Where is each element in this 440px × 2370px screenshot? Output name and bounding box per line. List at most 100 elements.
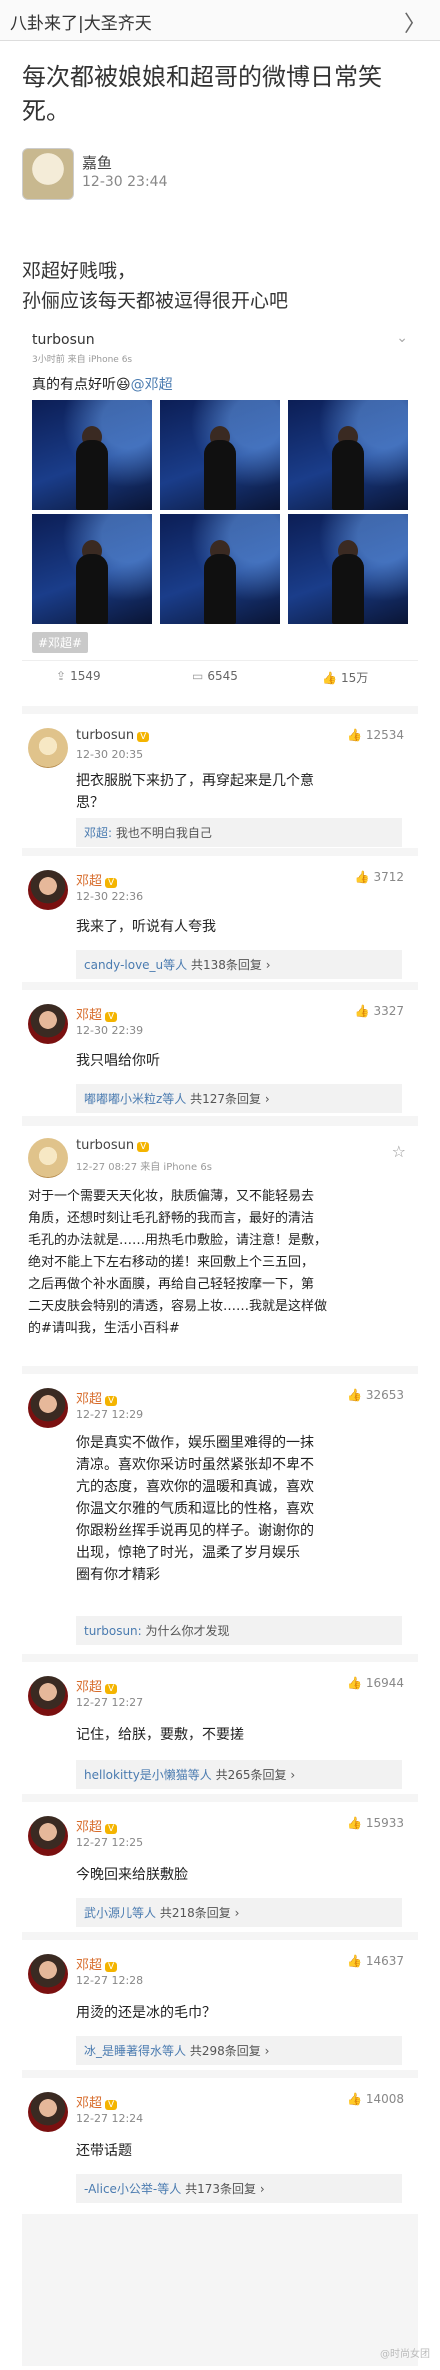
photo-thumbnail[interactable] <box>288 514 408 624</box>
post-meta: 3小时前 来自 iPhone 6s <box>32 355 133 365</box>
top-bar: 八卦来了|大圣齐天 〉 <box>0 0 440 41</box>
avatar[interactable] <box>28 1676 68 1716</box>
comment-like-button[interactable]: 👍 3327 <box>355 1004 404 1018</box>
comment-time: 12-30 22:39 <box>76 1024 144 1037</box>
reply-preview[interactable]: candy-love_u等人 共138条回复 › <box>76 950 402 979</box>
comment-button[interactable]: ▭ 6545 <box>192 669 238 683</box>
photo-thumbnail[interactable] <box>32 514 152 624</box>
comment-like-button[interactable]: 👍 14637 <box>347 1954 404 1968</box>
weibo-post: turbosun V 12-27 08:27 来自 iPhone 6s ☆ 对于一… <box>22 1126 418 1366</box>
comment-like-button[interactable]: 👍 12534 <box>347 728 404 742</box>
comment-icon: ▭ <box>192 669 204 683</box>
comment-time: 12-27 12:25 <box>76 1836 144 1849</box>
comment-like-button[interactable]: 👍 3712 <box>355 870 404 884</box>
photo-thumbnail[interactable] <box>160 514 280 624</box>
comment-text: 记住，给朕，要敷，不要搓 <box>76 1727 244 1743</box>
weibo-screenshot: turbosun 3小时前 来自 iPhone 6s ⌄ 真的有点好听😆@邓超 … <box>22 316 418 2366</box>
comment-text: 我只唱给你听 <box>76 1053 160 1069</box>
comment-like-button[interactable]: 👍 14008 <box>347 2092 404 2106</box>
article-title: 每次都被娘娘和超哥的微博日常笑死。 <box>22 63 382 125</box>
post-time: 12-30 23:44 <box>82 174 168 190</box>
intro-line: 邓超好贱哦， <box>22 260 137 282</box>
post-text-body: 真的有点好听 <box>32 377 116 393</box>
avatar[interactable] <box>28 1954 68 1994</box>
avatar[interactable] <box>28 1138 68 1178</box>
chevron-down-icon[interactable]: ⌄ <box>396 330 408 346</box>
comment-time: 12-27 12:28 <box>76 1974 144 1987</box>
avatar[interactable] <box>28 870 68 910</box>
reply-preview[interactable]: 冰_是睡著得水等人 共298条回复 › <box>76 2036 402 2065</box>
comment-like-button[interactable]: 👍 32653 <box>347 1388 404 1402</box>
comment-item: 邓超 V 12-27 12:27 👍 16944 记住，给朕，要敷，不要搓 hel… <box>22 1662 418 1794</box>
comment-author[interactable]: 邓超 V <box>76 1816 118 1835</box>
photo-thumbnail[interactable] <box>288 400 408 510</box>
share-button[interactable]: ⇪ 1549 <box>56 669 101 683</box>
reply-preview[interactable]: 嘟嘟嘟小米粒z等人 共127条回复 › <box>76 1084 402 1113</box>
reply-preview[interactable]: -Alice小公举-等人 共173条回复 › <box>76 2174 402 2203</box>
like-count: 15万 <box>340 671 369 685</box>
comment-text: 今晚回来给朕敷脸 <box>76 1867 188 1883</box>
avatar[interactable] <box>28 2092 68 2132</box>
comment-author[interactable]: 邓超 V <box>76 870 118 889</box>
star-icon[interactable]: ☆ <box>392 1142 406 1161</box>
share-count: 1549 <box>70 669 101 683</box>
comment-item: 邓超 V 12-27 12:29 👍 32653 你是真实不做作，娱乐圈里难得的一… <box>22 1374 418 1654</box>
comment-item: 邓超 V 12-30 22:36 👍 3712 我来了，听说有人夸我 candy-… <box>22 856 418 982</box>
comment-item: 邓超 V 12-27 12:28 👍 14637 用烫的还是冰的毛巾？ 冰_是睡著… <box>22 1940 418 2070</box>
comment-author[interactable]: 邓超 V <box>76 1004 118 1023</box>
reply-preview[interactable]: hellokitty是小懒猫等人 共265条回复 › <box>76 1760 402 1789</box>
comment-text: 还带话题 <box>76 2143 132 2159</box>
intro-line: 孙俪应该每天都被逗得很开心吧 <box>22 290 289 312</box>
post-meta: 12-27 08:27 来自 iPhone 6s <box>76 1162 212 1173</box>
thumb-up-icon: 👍 <box>322 671 337 685</box>
author-name[interactable]: 嘉鱼 <box>82 152 112 173</box>
post-action-bar: ⇪ 1549 ▭ 6545 👍 15万 <box>22 660 418 695</box>
comment-author[interactable]: 邓超 V <box>76 2092 118 2111</box>
share-icon: ⇪ <box>56 669 67 683</box>
chevron-right-icon[interactable]: 〉 <box>404 6 426 38</box>
avatar[interactable] <box>28 1388 68 1428</box>
reply-preview[interactable]: 邓超: 我也不明白我自己 <box>76 818 402 847</box>
comment-time: 12-27 12:27 <box>76 1696 144 1709</box>
photo-thumbnail[interactable] <box>160 400 280 510</box>
comment-text: 我来了，听说有人夸我 <box>76 919 216 935</box>
reply-preview[interactable]: turbosun: 为什么你才发现 <box>76 1616 402 1645</box>
comment-time: 12-27 12:29 <box>76 1408 144 1421</box>
post-text: 对于一个需要天天化妆，肤质偏薄，又不能轻易去 角质，还想时刻让毛孔舒畅的我而言，最… <box>28 1189 328 1336</box>
top-bar-title: 八卦来了|大圣齐天 <box>10 14 152 34</box>
post-text: 真的有点好听😆@邓超 <box>32 374 173 394</box>
comment-text: 你是真实不做作，娱乐圈里难得的一抹 清凉。喜欢你采访时虽然紧张却不卑不 亢的态度，喜… <box>76 1435 314 1583</box>
comment-text: 用烫的还是冰的毛巾？ <box>76 2005 216 2021</box>
photo-grid <box>32 400 408 624</box>
avatar[interactable] <box>28 1816 68 1856</box>
comment-author[interactable]: 邓超 V <box>76 1388 118 1407</box>
weibo-post: turbosun 3小时前 来自 iPhone 6s ⌄ 真的有点好听😆@邓超 … <box>22 316 418 706</box>
avatar[interactable] <box>28 1004 68 1044</box>
comment-time: 12-27 12:24 <box>76 2112 144 2125</box>
avatar[interactable] <box>28 728 68 768</box>
comment-author[interactable]: 邓超 V <box>76 1954 118 1973</box>
comment-text: 把衣服脱下来扔了，再穿起来是几个意 思？ <box>76 773 314 811</box>
author-row[interactable]: 嘉鱼 12-30 23:44 <box>22 148 422 200</box>
emoji-icon: 😆 <box>116 377 131 393</box>
article-intro: 邓超好贱哦， 孙俪应该每天都被逗得很开心吧 <box>22 256 422 316</box>
reply-preview[interactable]: 武小源儿等人 共218条回复 › <box>76 1898 402 1927</box>
mention-link[interactable]: @邓超 <box>131 377 173 393</box>
comment-author[interactable]: 邓超 V <box>76 1676 118 1695</box>
author-avatar[interactable] <box>22 148 74 200</box>
comment-time: 12-30 22:36 <box>76 890 144 903</box>
photo-thumbnail[interactable] <box>32 400 152 510</box>
comment-like-button[interactable]: 👍 15933 <box>347 1816 404 1830</box>
topic-tag[interactable]: #邓超# <box>32 632 89 653</box>
comment-author[interactable]: turbosun V <box>76 728 150 743</box>
watermark: @时尚女团 <box>380 2349 430 2360</box>
post-author-name[interactable]: turbosun V <box>76 1138 150 1153</box>
comment-count: 6545 <box>207 669 238 683</box>
page: 八卦来了|大圣齐天 〉 每次都被娘娘和超哥的微博日常笑死。 嘉鱼 12-30 2… <box>0 0 440 2370</box>
comment-item: 邓超 V 12-27 12:25 👍 15933 今晚回来给朕敷脸 武小源儿等人 … <box>22 1802 418 1932</box>
comment-like-button[interactable]: 👍 16944 <box>347 1676 404 1690</box>
comment-item: turbosun V 12-30 20:35 👍 12534 把衣服脱下来扔了，再… <box>22 714 418 848</box>
comment-time: 12-30 20:35 <box>76 748 144 761</box>
post-author-name[interactable]: turbosun <box>32 332 95 348</box>
like-button[interactable]: 👍 15万 <box>322 669 368 686</box>
